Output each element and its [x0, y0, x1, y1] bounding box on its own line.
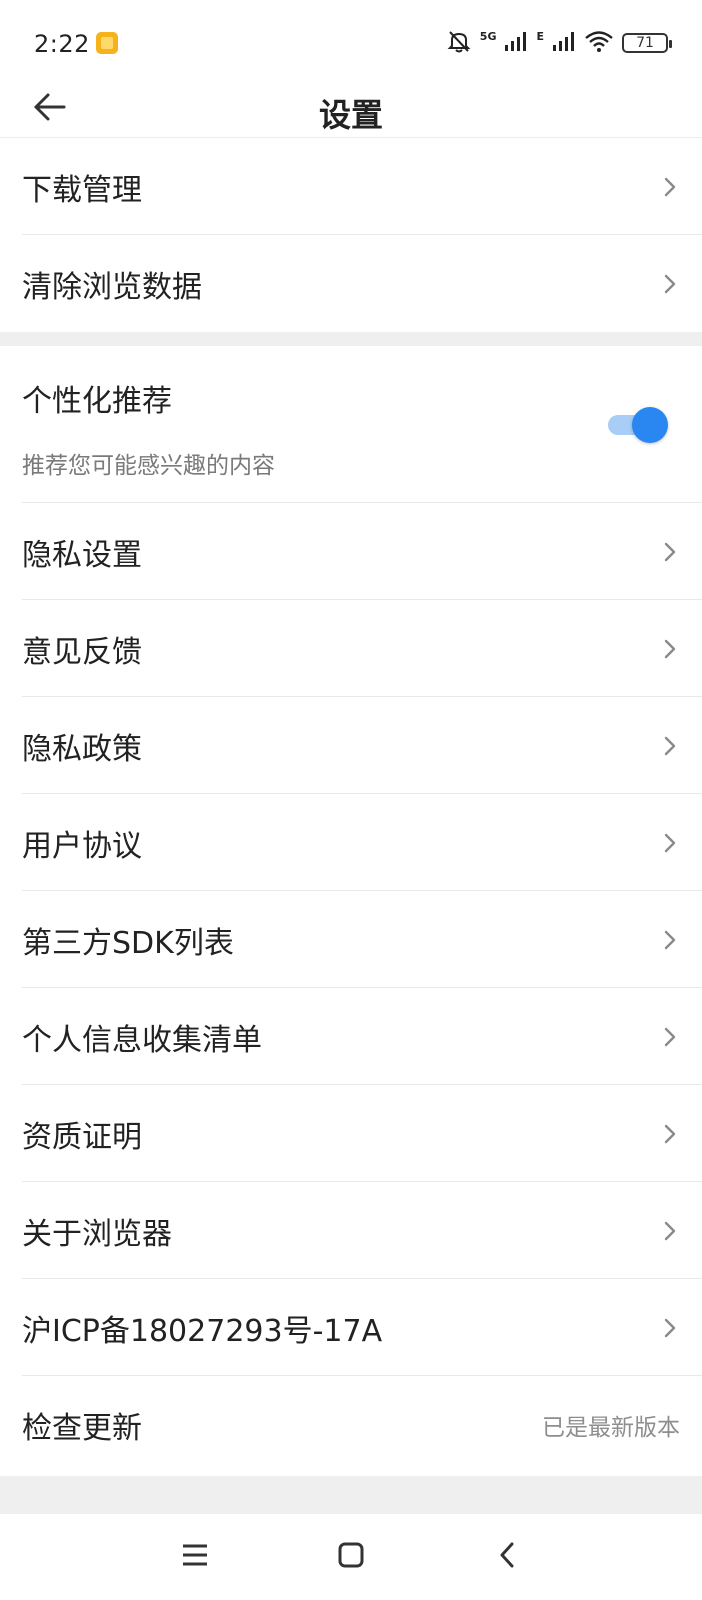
nav-back-button[interactable] — [482, 1532, 532, 1582]
settings-row-downloads[interactable]: 下载管理 — [0, 138, 702, 235]
row-label: 资质证明 — [22, 1119, 142, 1155]
wifi-icon — [584, 29, 614, 57]
app-header: 设置 — [0, 86, 702, 138]
section-separator — [0, 332, 702, 346]
personalized-toggle[interactable] — [606, 407, 668, 443]
settings-row-privacy-settings[interactable]: 隐私设置 — [0, 503, 702, 600]
row-label: 第三方SDK列表 — [22, 925, 234, 961]
row-label: 隐私设置 — [22, 537, 142, 573]
chevron-right-icon — [660, 175, 680, 199]
settings-group-main: 个性化推荐 推荐您可能感兴趣的内容 隐私设置 意见反馈 隐私政策 用户协议 第三… — [0, 346, 702, 1473]
toggle-thumb — [632, 407, 668, 443]
signal-icon — [504, 30, 528, 56]
settings-row-user-agreement[interactable]: 用户协议 — [0, 794, 702, 891]
settings-row-about-browser[interactable]: 关于浏览器 — [0, 1182, 702, 1279]
network-5g-label: 5G — [479, 30, 497, 43]
row-label: 隐私政策 — [22, 731, 142, 767]
network-e-label: E — [536, 30, 544, 43]
row-label: 关于浏览器 — [22, 1216, 172, 1252]
chevron-right-icon — [660, 1025, 680, 1049]
settings-row-personalized: 个性化推荐 推荐您可能感兴趣的内容 — [0, 346, 702, 503]
status-time: 2:22 — [34, 30, 90, 58]
nav-menu-button[interactable] — [170, 1532, 220, 1582]
row-label: 个人信息收集清单 — [22, 1022, 262, 1058]
home-square-icon — [337, 1541, 365, 1573]
row-label: 用户协议 — [22, 828, 142, 864]
chevron-right-icon — [660, 1122, 680, 1146]
settings-row-icp-license[interactable]: 沪ICP备18027293号-17A — [0, 1279, 702, 1376]
notification-app-icon — [96, 32, 118, 54]
page-title: 设置 — [318, 96, 383, 134]
settings-row-check-update[interactable]: 检查更新 已是最新版本 — [0, 1376, 702, 1473]
chevron-right-icon — [660, 1316, 680, 1340]
mute-bell-icon — [446, 28, 472, 58]
row-label: 沪ICP备18027293号-17A — [22, 1313, 383, 1349]
menu-icon — [181, 1543, 209, 1571]
chevron-right-icon — [660, 540, 680, 564]
row-label: 清除浏览数据 — [22, 269, 202, 305]
settings-row-clear-data[interactable]: 清除浏览数据 — [0, 235, 702, 332]
chevron-right-icon — [660, 637, 680, 661]
personalized-title: 个性化推荐 — [22, 384, 172, 419]
settings-row-third-party-sdk[interactable]: 第三方SDK列表 — [0, 891, 702, 988]
chevron-right-icon — [660, 928, 680, 952]
update-status: 已是最新版本 — [542, 1414, 680, 1441]
row-label: 意见反馈 — [22, 634, 142, 670]
chevron-right-icon — [660, 831, 680, 855]
system-nav-bar — [0, 1514, 702, 1600]
status-bar: 2:22 5G E 71 — [0, 0, 702, 86]
bottom-separator — [0, 1476, 702, 1514]
chevron-right-icon — [660, 1219, 680, 1243]
status-icons: 5G E 71 — [446, 28, 672, 58]
chevron-left-icon — [497, 1541, 517, 1573]
settings-row-privacy-policy[interactable]: 隐私政策 — [0, 697, 702, 794]
battery-indicator: 71 — [622, 33, 672, 53]
nav-home-button[interactable] — [326, 1532, 376, 1582]
signal-icon-2 — [552, 30, 576, 56]
chevron-right-icon — [660, 272, 680, 296]
personalized-subtitle: 推荐您可能感兴趣的内容 — [22, 453, 275, 479]
row-label: 下载管理 — [22, 172, 142, 208]
settings-row-feedback[interactable]: 意见反馈 — [0, 600, 702, 697]
row-label: 检查更新 — [22, 1410, 142, 1446]
settings-group-storage: 下载管理 清除浏览数据 — [0, 138, 702, 332]
settings-row-qualification[interactable]: 资质证明 — [0, 1085, 702, 1182]
chevron-right-icon — [660, 734, 680, 758]
settings-row-personal-info-list[interactable]: 个人信息收集清单 — [0, 988, 702, 1085]
